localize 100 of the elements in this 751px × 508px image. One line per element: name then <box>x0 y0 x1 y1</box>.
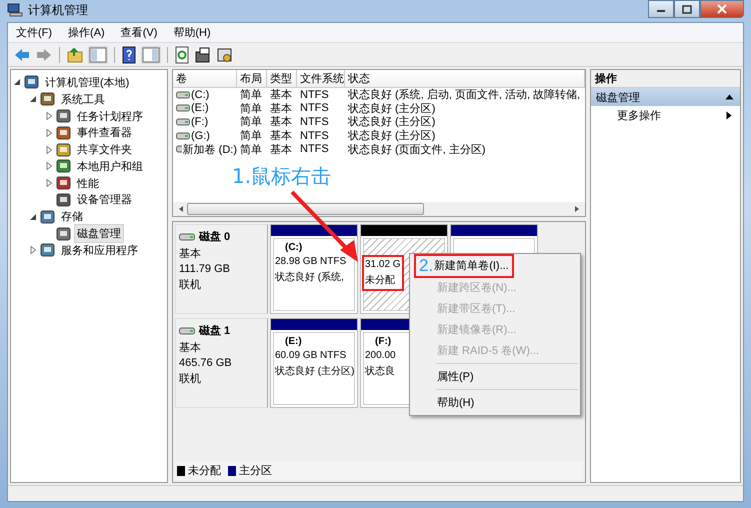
collapsed-arrow-icon[interactable] <box>45 112 53 120</box>
drive-icon <box>179 326 195 334</box>
disk-info-panel[interactable]: 磁盘 0 基本 111.79 GB 联机 <box>175 224 268 314</box>
pane-toggle-icon[interactable] <box>141 46 161 64</box>
table-cell-text: 基本 <box>270 115 292 130</box>
disk-type: 基本 <box>179 247 202 261</box>
pane-toggle-icon[interactable] <box>88 46 108 64</box>
tree-item[interactable]: 事件查看器 <box>74 123 135 142</box>
drive-icon <box>176 118 190 126</box>
window-title: 计算机管理 <box>28 2 88 18</box>
minimize-button[interactable] <box>648 0 674 18</box>
table-cell-text: 状态良好 (页面文件, 主分区) <box>348 142 486 157</box>
close-icon <box>717 4 727 14</box>
node-icon <box>40 243 55 258</box>
tree-item[interactable]: 本地用户和组 <box>74 156 146 176</box>
section-label: 磁盘管理 <box>596 90 640 104</box>
close-button[interactable] <box>700 0 744 18</box>
tree-item[interactable]: 共享文件夹 <box>74 140 135 160</box>
partition-label: (C:) <box>284 242 302 253</box>
computer-icon <box>7 3 23 17</box>
drive-icon <box>179 232 195 240</box>
disk-size: 465.76 GB <box>179 357 233 369</box>
menu-item[interactable]: 文件(F) <box>16 25 52 40</box>
node-icon <box>56 159 71 174</box>
settings-icon[interactable] <box>216 46 234 62</box>
tree-item[interactable]: 磁盘管理 <box>74 224 124 244</box>
table-cell-text: 简单 <box>240 102 262 116</box>
actions-section[interactable]: 磁盘管理 <box>591 88 740 106</box>
table-cell-text: 简单 <box>240 142 262 157</box>
node-icon <box>56 108 71 123</box>
collapsed-arrow-icon[interactable] <box>45 146 53 154</box>
collapsed-arrow-icon[interactable] <box>45 128 53 137</box>
column-header[interactable]: 类型 <box>267 70 297 87</box>
expanded-arrow-icon[interactable] <box>13 78 21 86</box>
table-cell-text: 状态良好 (系统, 启动, 页面文件, 活动, 故障转储, <box>348 88 580 102</box>
node-icon <box>56 192 71 207</box>
table-cell-text: 状态良好 (主分区) <box>348 102 436 116</box>
table-cell-text: 基本 <box>270 142 292 157</box>
tree-item[interactable]: 存储 <box>58 207 86 226</box>
node-icon <box>56 176 71 190</box>
column-header[interactable]: 卷 <box>173 70 237 87</box>
scroll-left-icon[interactable] <box>177 205 185 213</box>
drive-icon <box>176 145 182 154</box>
properties-icon[interactable] <box>194 46 212 62</box>
collapsed-arrow-icon[interactable] <box>45 162 53 170</box>
node-icon <box>56 126 71 140</box>
column-header[interactable]: 布局 <box>237 70 267 87</box>
table-cell: (G:) <box>191 130 210 142</box>
scrollbar-thumb[interactable] <box>187 203 424 215</box>
maximize-icon <box>682 4 692 14</box>
menu-item[interactable]: 帮助(H) <box>173 25 211 40</box>
table-cell: NTFS <box>300 88 329 101</box>
partition-status: 状态良好 (系统, <box>275 270 344 284</box>
scroll-right-icon[interactable] <box>573 205 581 213</box>
tree-item[interactable]: 性能 <box>74 174 102 193</box>
tree-item[interactable]: 计算机管理(本地) <box>42 72 132 92</box>
column-header[interactable]: 状态 <box>345 70 585 87</box>
horizontal-scrollbar[interactable] <box>173 202 585 216</box>
collapsed-arrow-icon[interactable] <box>45 179 53 188</box>
maximize-button[interactable] <box>674 0 700 18</box>
expanded-arrow-icon[interactable] <box>29 95 37 104</box>
up-folder-icon[interactable] <box>66 46 84 62</box>
collapsed-arrow-icon[interactable] <box>29 246 37 254</box>
menu-item[interactable]: 操作(A) <box>68 25 105 40</box>
drive-icon <box>176 104 190 112</box>
column-header[interactable]: 文件系统 <box>297 70 345 87</box>
disk-size: 111.79 GB <box>179 263 231 275</box>
partition-block[interactable]: (E:) 60.09 GB NTFS 状态良好 (主分区) <box>270 318 358 408</box>
tree-item[interactable]: 系统工具 <box>58 90 108 109</box>
collapse-arrow-icon[interactable] <box>725 94 734 100</box>
tree-item[interactable]: 服务和应用程序 <box>58 240 141 260</box>
node-icon <box>40 92 55 106</box>
disk-name: 磁盘 1 <box>199 324 230 338</box>
legend-label: 主分区 <box>239 464 272 478</box>
annotation-label: 1.鼠标右击 <box>232 163 332 190</box>
disk-info-panel[interactable]: 磁盘 1 基本 465.76 GB 联机 <box>175 318 268 408</box>
tree-item[interactable]: 设备管理器 <box>74 190 135 210</box>
refresh-icon[interactable] <box>174 46 190 64</box>
table-cell-text: 简单 <box>240 129 262 144</box>
node-icon <box>56 226 71 241</box>
table-cell-text: 简单 <box>240 115 262 130</box>
tree-item[interactable]: 任务计划程序 <box>74 106 146 126</box>
partition-block[interactable]: (C:) 28.98 GB NTFS 状态良好 (系统, <box>270 224 358 314</box>
table-cell-text: 状态良好 (主分区) <box>348 128 436 144</box>
partition-size: 31.02 G <box>365 259 401 270</box>
table-cell: (F:) <box>191 116 208 128</box>
table-cell: NTFS <box>300 116 329 128</box>
table-cell: (E:) <box>191 102 209 114</box>
menu-item[interactable]: 查看(V) <box>120 25 158 40</box>
node-icon <box>56 142 71 157</box>
annotation-label: 2. <box>419 256 434 276</box>
action-link[interactable]: 更多操作 <box>617 108 661 122</box>
help-icon[interactable] <box>121 46 137 64</box>
expanded-arrow-icon[interactable] <box>29 212 37 221</box>
partition-size: 28.98 GB NTFS <box>275 256 346 267</box>
table-cell: NTFS <box>300 143 329 156</box>
partition-size: 60.09 GB NTFS <box>275 350 346 361</box>
back-arrow-icon[interactable] <box>13 46 31 62</box>
submenu-arrow-icon <box>726 110 732 120</box>
table-cell-text: 基本 <box>270 129 292 144</box>
